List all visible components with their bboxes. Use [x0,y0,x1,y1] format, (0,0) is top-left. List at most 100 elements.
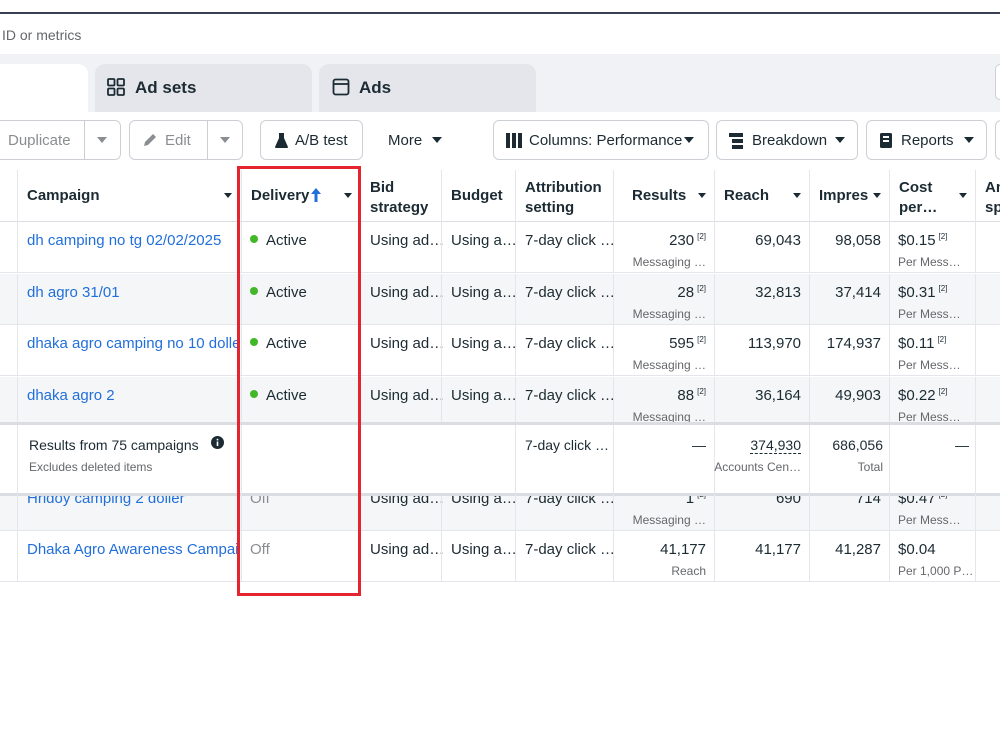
column-reach[interactable]: Reach [714,170,809,222]
cell-impressions: 37,414 [809,273,889,325]
row-checkbox-cell[interactable] [0,325,17,376]
footnote-marker: [2] [697,232,706,241]
column-amount-spent[interactable]: Am sp [975,170,1000,222]
cost-value-wrap: $0.11 [2] [898,335,946,352]
cell-cost: $0.22 [2] Per Mess… [889,376,975,428]
flask-icon [275,133,288,148]
footer-impressions-sub: Total [857,460,883,474]
cell-bid: Using ad… [360,325,444,376]
tab-ad-sets[interactable]: Ad sets [95,64,312,112]
campaign-name-link[interactable]: Dhaka Agro Awareness Campaign [27,541,237,558]
search-bar[interactable]: ID or metrics [0,16,1000,54]
chevron-down-icon[interactable] [220,137,230,143]
cell-campaign[interactable]: Dhaka Agro Awareness Campaign [17,531,241,582]
table-row[interactable]: Dhaka Agro Awareness Campaign Off Using ad… [0,531,1000,582]
column-delivery[interactable]: Delivery [241,170,360,222]
delivery-status: Active [266,232,307,249]
cell-budget: Using a… [441,273,517,325]
duplicate-button[interactable]: Duplicate [0,120,121,160]
cell-campaign[interactable]: dh camping no tg 02/02/2025 [17,222,241,273]
reach-value: 41,177 [755,541,801,558]
chevron-down-icon[interactable] [344,193,352,198]
column-cost-label: Cost [899,179,933,196]
cell-campaign[interactable]: dhaka agro 2 [17,376,241,428]
campaign-name-link[interactable]: dh agro 31/01 [27,284,120,301]
ab-test-button[interactable]: A/B test [260,120,363,160]
chevron-down-icon[interactable] [873,193,881,198]
cost-value-wrap: $0.31 [2] [898,283,947,301]
column-amount-label: Am [985,179,1000,196]
cell-cost: $0.31 [2] Per Mess… [889,273,975,325]
divider [84,121,85,159]
column-campaign[interactable]: Campaign [17,170,241,222]
chevron-down-icon[interactable] [793,193,801,198]
cell-attribution: 7-day click … [515,325,616,376]
cell-impressions: 174,937 [809,325,889,376]
campaign-name-link[interactable]: dhaka agro camping no 10 doller [27,335,237,352]
results-value: 88 [677,386,695,404]
footnote-marker: [2] [697,283,706,293]
row-checkbox-cell[interactable] [0,222,17,273]
breakdown-button[interactable]: Breakdown [716,120,858,160]
column-reach-label: Reach [724,187,770,204]
grid-icon [107,78,125,96]
tab-campaigns[interactable] [0,64,88,112]
row-checkbox-cell[interactable] [0,274,17,325]
table-row[interactable]: dh agro 31/01 Active Using ad… Using a… 7-da… [0,273,1000,325]
column-results[interactable]: Results [613,170,714,222]
table-footer: Results from 75 campaigns Excludes delet… [0,422,1000,496]
row-checkbox-cell[interactable] [0,377,17,428]
reports-button[interactable]: Reports [866,120,987,160]
cell-budget: Using a… [441,531,517,582]
cell-campaign[interactable]: dh agro 31/01 [17,273,241,325]
column-bid-label: Bid [370,179,395,196]
panel-toggle-button[interactable] [995,64,1000,100]
chevron-down-icon[interactable] [959,193,967,198]
column-attribution[interactable]: Attribution setting [515,170,613,222]
table-row[interactable]: dhaka agro camping no 10 doller Active Usi… [0,325,1000,376]
cell-amount [975,376,1000,428]
chevron-down-icon[interactable] [97,137,107,143]
campaign-name-link[interactable]: dh camping no tg 02/02/2025 [27,232,221,249]
cost-value: $0.04 [898,541,936,558]
edit-label: Edit [165,132,191,149]
column-budget[interactable]: Budget [441,170,515,222]
cell-delivery: Active [241,325,360,376]
cell-reach: 113,970 [714,325,809,376]
column-impressions[interactable]: Impres [809,170,889,222]
column-bid-strategy[interactable]: Bid strategy [360,170,441,222]
table-row[interactable]: dhaka agro 2 Active Using ad… Using a… 7-day… [0,376,1000,428]
cell-amount [975,325,1000,376]
campaign-name-link[interactable]: dhaka agro 2 [27,387,115,404]
column-cost-per-result[interactable]: Cost per… [889,170,975,222]
cost-value: $0.15 [898,232,936,249]
cell-campaign[interactable]: dhaka agro camping no 10 doller [17,325,241,376]
results-type: Messaging … [632,512,706,527]
attribution-value: 7-day click … [525,335,616,352]
info-icon[interactable] [211,436,224,449]
reach-value: 69,043 [755,232,801,249]
more-button[interactable]: More [375,120,455,160]
overflow-button[interactable] [995,120,1000,160]
tab-ads[interactable]: Ads [319,64,536,112]
footer-bid [360,425,441,496]
toolbar: Duplicate Edit A/B test More Columns: Pe… [0,112,1000,170]
attribution-value: 7-day click … [525,232,616,249]
sort-ascending-icon[interactable] [310,187,322,203]
cell-attribution: 7-day click … [515,222,616,273]
column-results-label: Results [632,187,687,204]
edit-button[interactable]: Edit [129,120,243,160]
column-attribution-label: Attribution [525,179,602,196]
row-checkbox-cell[interactable] [0,531,17,582]
results-value-wrap: 88 [2] [677,386,706,404]
chevron-down-icon[interactable] [224,193,232,198]
attribution-value: 7-day click … [525,283,616,301]
impressions-value: 49,903 [835,386,881,404]
cost-type: Per 1,000 P… [898,564,974,578]
columns-button[interactable]: Columns: Performance [493,120,709,160]
cell-budget: Using a… [441,222,517,273]
reach-value: 32,813 [755,283,801,301]
table-row[interactable]: dh camping no tg 02/02/2025 Active Using a… [0,222,1000,273]
cost-value: $0.22 [898,386,936,404]
chevron-down-icon[interactable] [698,193,706,198]
